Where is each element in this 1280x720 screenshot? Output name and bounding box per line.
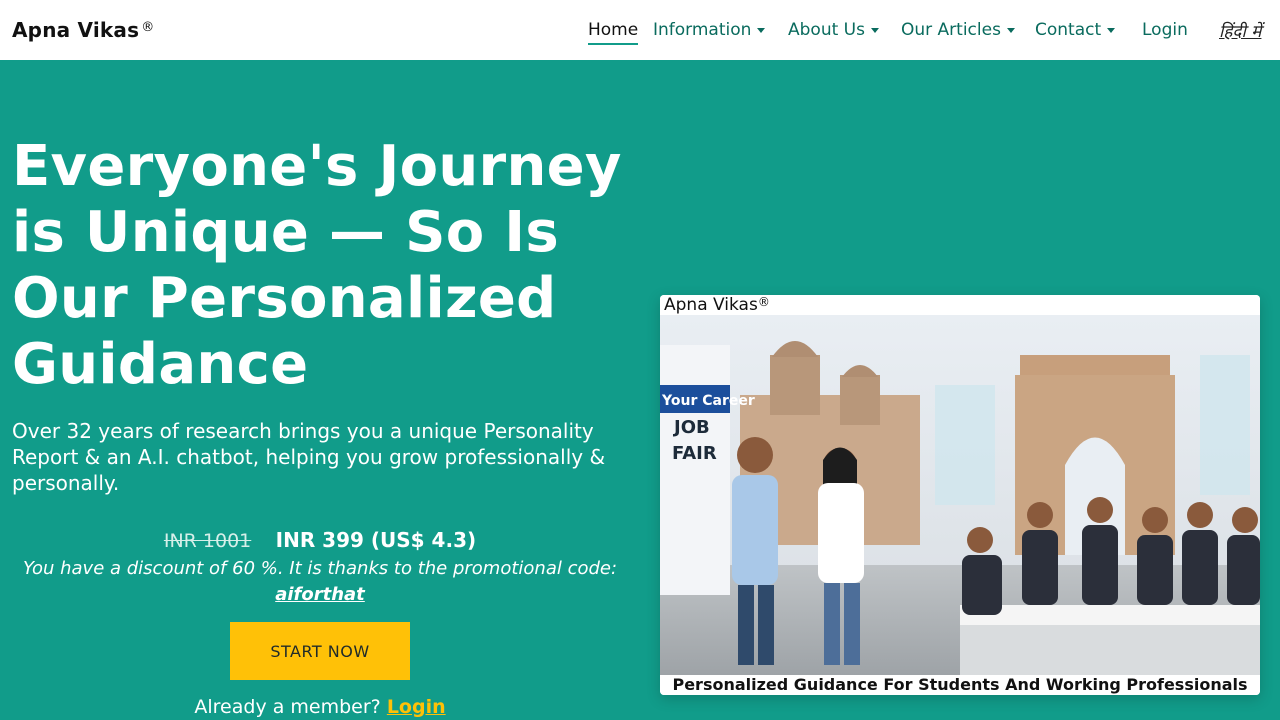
nav-home-label: Home	[588, 20, 639, 40]
career-fair-illustration: Your Career JOB FAIR	[660, 315, 1260, 675]
nav-information-label: Information	[653, 20, 752, 40]
sign-line-1: Your Career	[661, 393, 755, 409]
brand-name: Apna Vikas	[12, 18, 140, 42]
caret-down-icon	[870, 27, 879, 33]
price-row: INR 1001 INR 399 (US$ 4.3)	[12, 528, 628, 552]
member-login-link[interactable]: Login	[387, 696, 446, 718]
hero-image-card: Apna Vikas® Your Career JOB FAIR Persona…	[660, 295, 1260, 695]
nav-information-dropdown[interactable]: Information	[653, 20, 766, 40]
nav-contact-label: Contact	[1035, 20, 1102, 40]
member-text: Already a member?	[194, 696, 381, 718]
sign-line-2: JOB	[672, 417, 710, 438]
caret-down-icon	[1006, 27, 1015, 33]
promo-code: aiforthat	[275, 584, 365, 605]
member-login-prompt: Already a member? Login	[12, 696, 628, 718]
card-header: Apna Vikas®	[660, 295, 1260, 315]
nav-contact-dropdown[interactable]: Contact	[1035, 20, 1116, 40]
hero-title: Everyone's Journey is Unique — So Is Our…	[12, 134, 622, 397]
caret-down-icon	[757, 27, 766, 33]
start-now-button[interactable]: START NOW	[230, 622, 410, 680]
nav-articles-dropdown[interactable]: Our Articles	[901, 20, 1015, 40]
nav-hindi-language-link[interactable]: हिंदी में	[1219, 19, 1261, 42]
nav-articles-label: Our Articles	[901, 20, 1001, 40]
hero-subtitle: Over 32 years of research brings you a u…	[12, 419, 606, 495]
nav-login-label: Login	[1142, 20, 1188, 40]
nav-login[interactable]: Login	[1142, 20, 1188, 40]
discount-note: You have a discount of 60 %. It is thank…	[12, 556, 628, 608]
sign-line-3: FAIR	[672, 443, 717, 464]
nav-home[interactable]: Home	[588, 20, 639, 45]
card-logo-mark: ®	[757, 295, 770, 309]
caret-down-icon	[1107, 27, 1116, 33]
card-caption: Personalized Guidance For Students And W…	[660, 675, 1260, 695]
nav-hindi-label: हिंदी में	[1219, 21, 1262, 42]
discount-text: You have a discount of 60 %. It is thank…	[22, 558, 618, 579]
card-logo: Apna Vikas®	[664, 295, 770, 315]
nav-about-label: About Us	[788, 20, 865, 40]
new-price: INR 399 (US$ 4.3)	[275, 528, 477, 552]
nav-about-dropdown[interactable]: About Us	[788, 20, 879, 40]
top-navbar: Apna Vikas ® Home Information About Us Ou…	[0, 0, 1280, 60]
card-logo-text: Apna Vikas	[664, 295, 758, 315]
brand-registered-mark: ®	[141, 20, 155, 35]
old-price: INR 1001	[163, 530, 252, 552]
brand-logo[interactable]: Apna Vikas ®	[12, 18, 154, 42]
